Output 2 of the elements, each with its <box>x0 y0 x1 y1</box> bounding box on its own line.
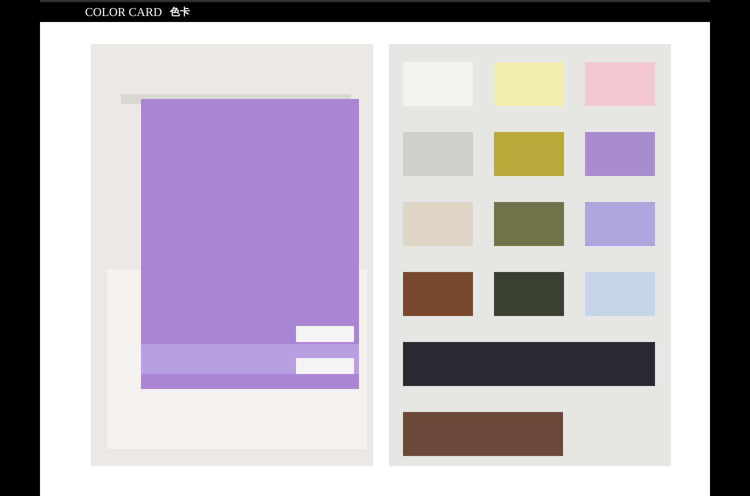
section-title: COLOR CARD <box>85 4 162 20</box>
section-subtitle: 色卡 <box>170 6 190 19</box>
